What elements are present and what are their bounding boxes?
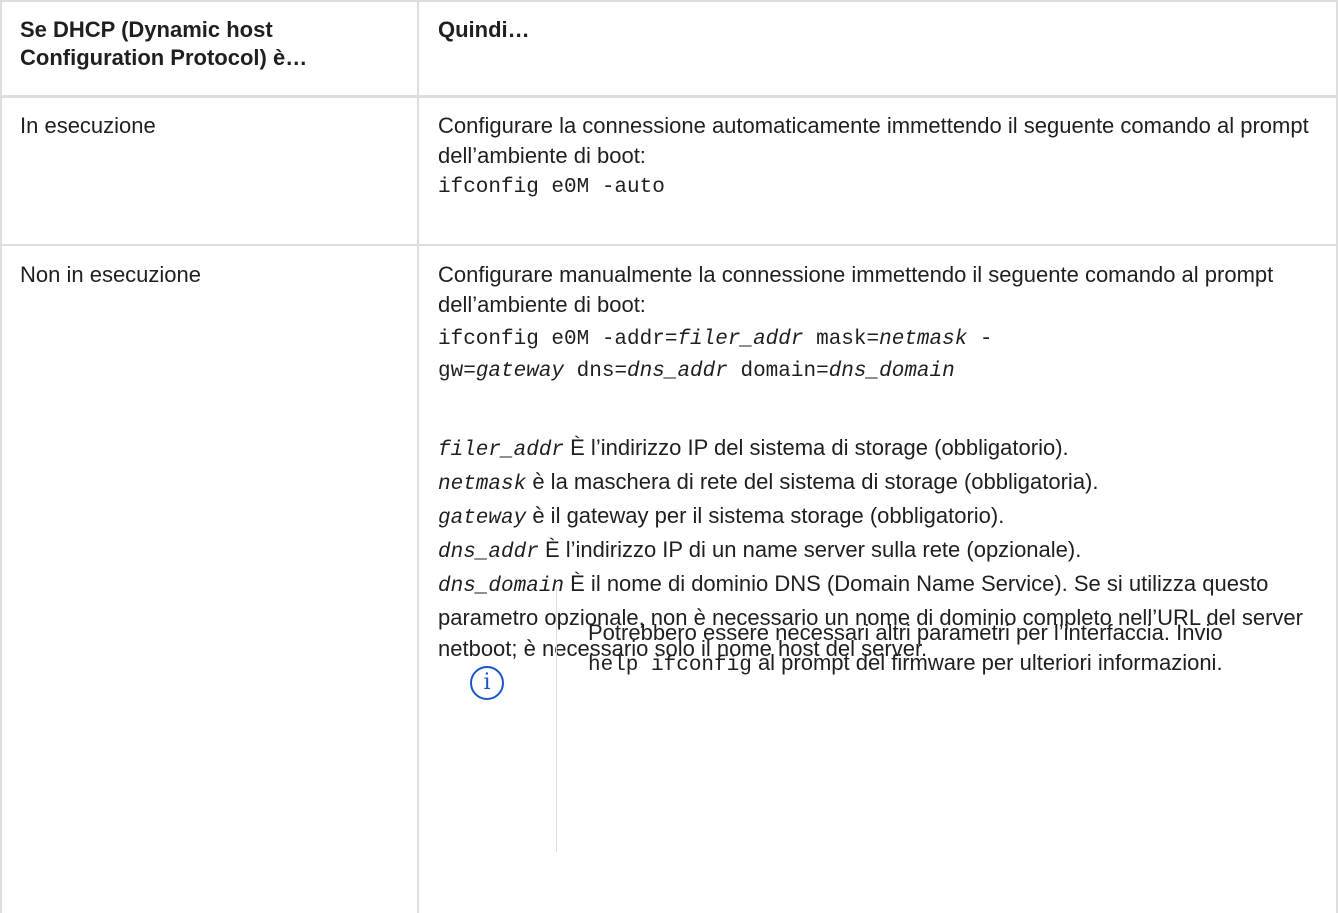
tip-note: Potrebbero essere necessari altri parame… [588, 620, 1223, 677]
param-item: gateway è il gateway per il sistema stor… [438, 503, 1005, 530]
row-divider [0, 244, 1338, 246]
table-row: In esecuzione [20, 111, 400, 141]
table-border-left [0, 0, 2, 913]
param-item: netmask è la maschera di rete del sistem… [438, 469, 1099, 496]
row-action-text: Configurare manualmente la connessione i… [438, 262, 1274, 317]
table-row: Non in esecuzione [20, 260, 400, 290]
info-icon: i [470, 666, 504, 700]
column-header-action: Quindi… [438, 17, 530, 42]
param-item: dns_addr È l’indirizzo IP di un name ser… [438, 537, 1082, 564]
tip-divider [556, 586, 557, 852]
row-condition: In esecuzione [20, 113, 156, 138]
tip-code: help ifconfig [588, 654, 752, 677]
command-code: ifconfig e0M -addr=filer_addr mask=netma… [438, 328, 993, 383]
header-divider [0, 95, 1338, 98]
param-item: filer_addr È l’indirizzo IP del sistema … [438, 435, 1069, 462]
row-action-cell: Configurare la connessione automaticamen… [438, 111, 1318, 203]
row-condition: Non in esecuzione [20, 262, 202, 287]
parameters-table: Se DHCP (Dynamic host Configuration Prot… [0, 0, 1338, 913]
table-border-top [0, 0, 1338, 2]
column-header-condition: Se DHCP (Dynamic host Configuration Prot… [20, 17, 308, 70]
row-action-cell: Configurare manualmente la connessione i… [438, 260, 1318, 664]
column-divider [417, 0, 419, 913]
row-action-text: Configurare la connessione automaticamen… [438, 113, 1309, 168]
command-code: ifconfig e0M -auto [438, 176, 665, 199]
